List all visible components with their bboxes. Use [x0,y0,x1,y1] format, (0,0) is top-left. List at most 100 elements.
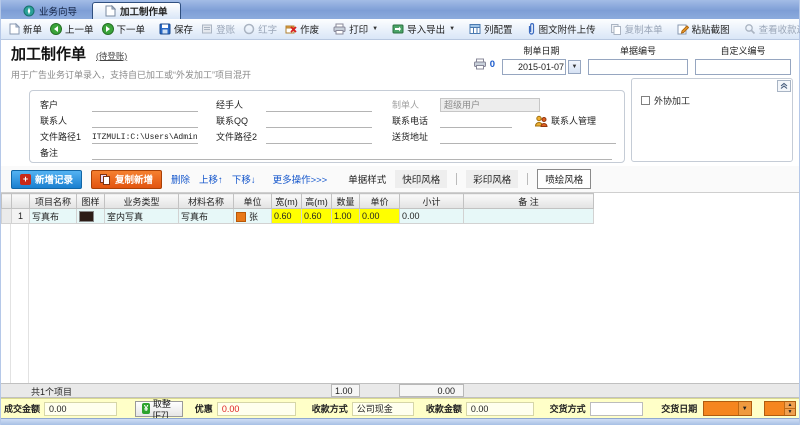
col-selector [1,193,12,209]
pattern-thumbnail[interactable] [79,210,94,222]
void-icon [285,25,297,34]
col-remark: 备 注 [463,193,594,209]
row-selector-cell[interactable] [1,208,12,224]
move-down-link[interactable]: 下移↓ [232,172,256,186]
round-amount-button[interactable]: ¥ 取整[F7] [135,399,183,420]
tab-label: 业务向导 [39,6,78,18]
order-date-input[interactable]: 2015-01-07 [502,59,566,75]
col-rownum [11,193,30,209]
delivery-method-input[interactable] [589,401,644,416]
unit-value: 张 [249,211,259,222]
view-payment-icon [744,24,755,35]
file-path2-input[interactable] [266,132,372,144]
file-path1-input[interactable]: ITZMULI:C:\Users\Adminis [92,132,198,144]
prev-order-button[interactable]: 上一单 [46,21,98,37]
qq-label: 联系QQ [216,116,249,126]
unit-cell[interactable]: 张 [233,208,272,224]
spinner-up-icon[interactable]: ▲ [785,402,795,409]
qq-input[interactable] [266,116,372,128]
remark-input[interactable] [92,148,612,160]
page-title: 加工制作单 [11,46,87,63]
payment-footer-bar: 成交金额 0.00 ¥ 取整[F7] 优惠 0.00 收款方式 公司现金 收款金… [1,398,799,420]
spinner-down-icon[interactable]: ▼ [785,409,795,415]
deal-amount-label: 成交金额 [4,404,41,414]
more-operations-link[interactable]: 更多操作>>> [273,172,328,186]
doc-style-label[interactable]: 单据样式 [348,172,386,186]
delete-link[interactable]: 删除 [171,172,190,186]
qty-cell[interactable]: 1.00 [331,208,360,224]
save-button[interactable]: 保存 [155,21,197,37]
item-name-cell[interactable]: 写真布 [29,208,77,224]
pay-amount-label: 收款金额 [425,404,462,414]
pay-method-input[interactable]: 公司现金 [351,401,414,416]
style-inkjet-selected[interactable]: 喷绘风格 [537,169,592,189]
void-button[interactable]: 作废 [281,21,323,37]
tab-business-wizard[interactable]: 业务向导 [11,2,89,19]
tab-label: 加工制作单 [120,7,168,18]
post-account-button: 登账 [197,21,239,37]
delivery-date-dropdown-caret[interactable]: ▼ [737,402,751,415]
move-up-link[interactable]: 上移↑ [199,172,223,186]
import-export-dropdown-caret: ▼ [449,26,456,32]
items-grid-area: 项目名称 图样 业务类型 材料名称 单位 宽(m) 高(m) 数量 单价 小计 … [1,193,799,383]
paste-screenshot-button[interactable]: 粘贴截图 [673,21,734,37]
contact-input[interactable] [92,116,198,128]
ledger-icon [202,24,213,34]
new-order-button[interactable]: 新单 [5,21,46,37]
date-dropdown-button[interactable]: ▼ [568,60,581,74]
deal-amount-input[interactable]: 0.00 [44,401,118,416]
price-cell[interactable]: 0.00 [359,208,400,224]
delivery-time-spinner[interactable]: ▲ ▼ [763,401,796,416]
pay-amount-input[interactable]: 0.00 [465,401,534,416]
copy-add-label: 复制新增 [115,175,154,186]
red-reverse-button: 红字 [239,21,281,37]
phone-label: 联系电话 [392,116,429,126]
add-plus-icon: + [20,173,31,185]
col-subtotal: 小计 [399,193,464,209]
print-count-group: 0 [473,58,495,70]
doc-number-input[interactable] [588,59,688,75]
print-button[interactable]: 打印 ▼ [329,21,382,37]
customer-input[interactable] [92,100,198,112]
header-left: 加工制作单 (待登账) 用于广告业务订单录入，支持自已加工或“外发加工”项目混开 [11,43,251,87]
remark-cell[interactable] [463,208,594,224]
column-config-label: 列配置 [484,25,513,36]
grid-summary-row: 共1个项目 1.00 0.00 [1,383,799,398]
delivery-date-select[interactable]: ▼ [703,401,752,416]
grid-num-guide [11,224,29,383]
handler-input[interactable] [266,100,372,112]
paperclip-icon [528,22,534,35]
pattern-cell[interactable] [76,208,105,224]
discount-label: 优惠 [194,404,213,414]
discount-input[interactable]: 0.00 [216,401,296,416]
collapse-panel-button[interactable] [777,80,791,92]
tab-processing-order[interactable]: 加工制作单 [92,2,181,19]
style-quick-print[interactable]: 快印风格 [395,170,448,188]
contact-management-button[interactable]: 联系人管理 [534,114,596,128]
import-export-button[interactable]: 导入导出 ▼ [388,21,459,37]
width-cell[interactable]: 0.60 [271,208,302,224]
outsource-checkbox[interactable] [641,96,650,105]
prev-order-label: 上一单 [65,25,94,36]
copy-add-button[interactable]: 复制新增 [91,169,163,189]
pending-post-link[interactable]: (待登账) [96,50,127,62]
column-config-button[interactable]: 列配置 [465,21,517,37]
delivery-address-input[interactable] [440,132,616,144]
business-type-cell[interactable]: 室内写真 [104,208,179,224]
printer-icon [473,58,486,70]
custom-number-label: 自定义编号 [720,46,766,56]
phone-input[interactable] [440,116,512,128]
attachment-upload-button[interactable]: 图文附件上传 [523,21,600,37]
height-cell[interactable]: 0.60 [301,208,332,224]
custom-number-input[interactable] [695,59,791,75]
col-price: 单价 [359,193,400,209]
main-toolbar: 新单 上一单 下一单 保存 登账 红字 作废 打印 ▼ 导入导出 ▼ 列配置 图… [1,19,800,40]
creator-label: 制单人 [392,100,420,110]
col-item-name: 项目名称 [29,193,77,209]
arrow-left-icon [50,23,63,35]
outsource-checkbox-row[interactable]: 外协加工 [641,94,690,107]
material-cell[interactable]: 写真布 [178,208,234,224]
next-order-button[interactable]: 下一单 [98,21,150,37]
style-color-print[interactable]: 彩印风格 [466,170,519,188]
add-record-button[interactable]: + 新增记录 [11,169,83,189]
